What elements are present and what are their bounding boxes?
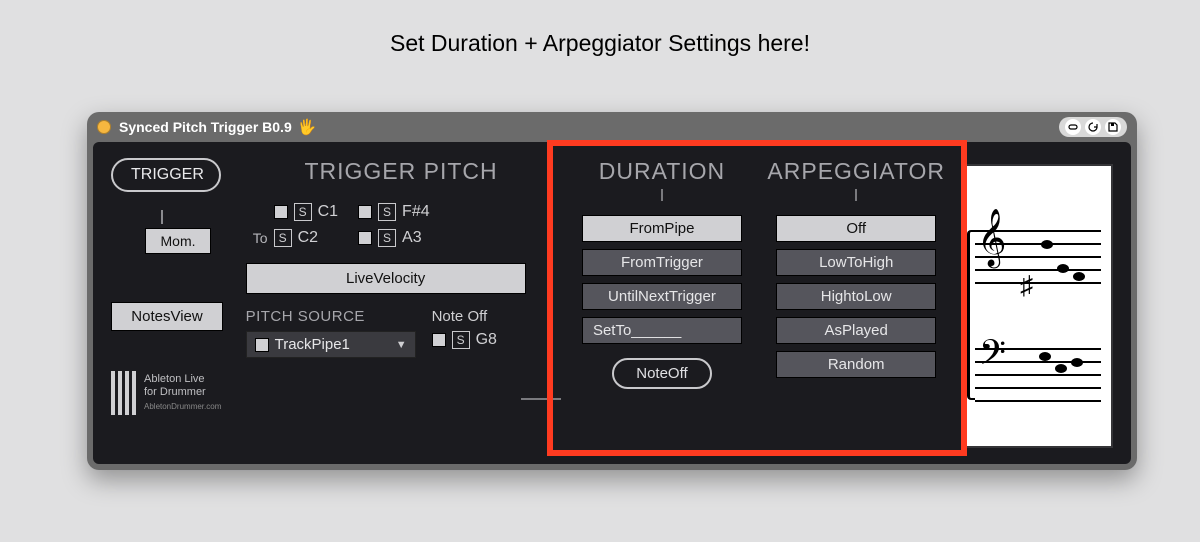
arp-option-asplayed[interactable]: AsPlayed [776,317,936,344]
solo-button-4[interactable]: S [378,229,396,247]
treble-staff-lines [975,230,1101,295]
notehead [1041,240,1053,249]
duration-option-list: FromPipe FromTrigger UntilNextTrigger Se… [582,215,742,344]
pitch-note-row-3: S F#4 [358,203,430,221]
trigger-column: TRIGGER Mom. NotesView Ableton Live for … [111,158,228,448]
arpeggiator-heading: ARPEGGIATOR [767,158,945,185]
notehead [1057,264,1069,273]
noteoff-solo-button[interactable]: S [452,331,470,349]
solo-button-2[interactable]: S [274,229,292,247]
connector-line [661,189,663,201]
titlebar: Synced Pitch Trigger B0.9 🖐 [87,112,1137,142]
pitch-note-rows: S C1 To S C2 S F#4 [246,203,557,247]
logo-block: Ableton Live for Drummer AbletonDrummer.… [111,371,228,415]
note-label-2[interactable]: C2 [298,229,318,247]
note-label-4[interactable]: A3 [402,229,422,247]
pitch-column: TRIGGER PITCH S C1 To S C2 [246,158,557,448]
noteoff-heading: Note Off [432,308,497,325]
pitch-source-led[interactable] [255,338,269,352]
notesview-button[interactable]: NotesView [111,302,223,331]
note-toggle-1[interactable] [274,205,288,219]
caption-text: Set Duration + Arpeggiator Settings here… [0,30,1200,57]
bass-staff-lines [975,348,1101,413]
notehead [1073,272,1085,281]
connector-line [161,210,163,224]
solo-button-3[interactable]: S [378,203,396,221]
pitch-source-block: PITCH SOURCE TrackPipe1 ▼ [246,308,416,358]
trigger-mode-button[interactable]: Mom. [145,228,211,254]
note-toggle-4[interactable] [358,231,372,245]
pitch-source-heading: PITCH SOURCE [246,308,416,325]
connector-line [521,398,561,400]
notesview-column: 𝄞 𝄢 ♯ [963,158,1113,448]
to-label: To [246,230,268,246]
logo-bars-icon [111,371,136,415]
expand-icon[interactable] [1065,119,1081,135]
pitch-source-value: TrackPipe1 [275,336,390,353]
refresh-icon[interactable] [1085,119,1101,135]
duration-option-untilnext[interactable]: UntilNextTrigger [582,283,742,310]
notehead [1055,364,1067,373]
note-label-3[interactable]: F#4 [402,203,430,221]
connector-line [855,189,857,201]
device-window: Synced Pitch Trigger B0.9 🖐 TRIGGER Mom.… [87,112,1137,470]
duration-option-frompipe[interactable]: FromPipe [582,215,742,242]
trigger-button[interactable]: TRIGGER [111,158,221,192]
arp-option-off[interactable]: Off [776,215,936,242]
pitch-source-select[interactable]: TrackPipe1 ▼ [246,331,416,358]
noteoff-toggle[interactable] [432,333,446,347]
arp-option-lowtohigh[interactable]: LowToHigh [776,249,936,276]
duration-option-setto[interactable]: SetTo______ [582,317,742,344]
pitch-heading: TRIGGER PITCH [246,158,557,185]
grab-hand-icon: 🖐 [298,118,317,136]
noteoff-block: Note Off S G8 [432,308,497,358]
duration-heading: DURATION [599,158,725,185]
arp-option-random[interactable]: Random [776,351,936,378]
notehead [1071,358,1083,367]
staff-brace-icon [967,230,975,400]
pitch-note-row-2: To S C2 [246,229,338,247]
note-label-1[interactable]: C1 [318,203,338,221]
solo-button-1[interactable]: S [294,203,312,221]
duration-option-fromtrigger[interactable]: FromTrigger [582,249,742,276]
save-icon[interactable] [1105,119,1121,135]
chevron-down-icon: ▼ [396,339,407,351]
staff-panel: 𝄞 𝄢 ♯ [963,164,1113,448]
device-title: Synced Pitch Trigger B0.9 [119,119,292,135]
device-activator-dot[interactable] [97,120,111,134]
pitch-note-row-1: S C1 [246,203,338,221]
titlebar-icon-group [1059,117,1127,137]
note-toggle-3[interactable] [358,205,372,219]
duration-column: DURATION FromPipe FromTrigger UntilNextT… [575,158,750,448]
duration-noteoff-button[interactable]: NoteOff [612,358,711,389]
device-body: TRIGGER Mom. NotesView Ableton Live for … [93,142,1131,464]
arpeggiator-option-list: Off LowToHigh HightoLow AsPlayed Random [776,215,936,378]
arpeggiator-column: ARPEGGIATOR Off LowToHigh HightoLow AsPl… [767,158,945,448]
logo-text: Ableton Live for Drummer AbletonDrummer.… [144,373,214,413]
pitch-note-row-4: S A3 [358,229,430,247]
noteoff-note-label[interactable]: G8 [476,331,497,349]
notehead [1039,352,1051,361]
live-velocity-button[interactable]: LiveVelocity [246,263,526,294]
arp-option-hightolow[interactable]: HightoLow [776,283,936,310]
